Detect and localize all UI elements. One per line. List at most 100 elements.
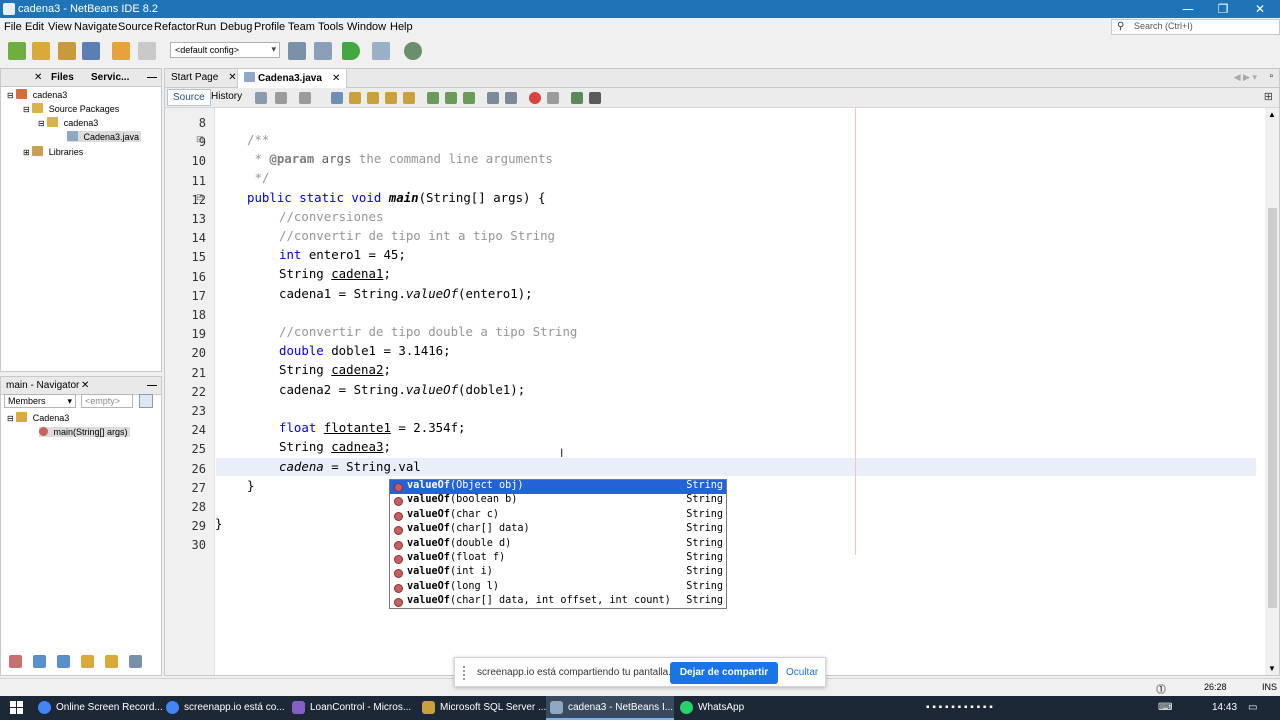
- find-previous-icon[interactable]: [349, 92, 361, 104]
- stop-sharing-button[interactable]: Dejar de compartir: [670, 662, 778, 684]
- hide-banner-link[interactable]: Ocultar: [786, 667, 818, 678]
- code-line-19[interactable]: //convertir de tipo double a tipo String: [279, 324, 577, 339]
- new-project-icon[interactable]: [32, 42, 50, 60]
- tree-libraries[interactable]: ⊞ Libraries: [23, 146, 83, 157]
- menu-help[interactable]: Help: [390, 21, 413, 33]
- start-macro-icon[interactable]: [529, 92, 541, 104]
- editor-vertical-scrollbar[interactable]: ▲ ▼: [1265, 108, 1279, 675]
- tree-project[interactable]: ⊟ cadena3: [7, 89, 67, 100]
- taskbar-item[interactable]: screenapp.io está co...: [162, 696, 288, 720]
- menu-navigate[interactable]: Navigate: [74, 21, 117, 33]
- menu-refactor[interactable]: Refactor: [154, 21, 196, 33]
- profile-icon[interactable]: [404, 42, 422, 60]
- debug-icon[interactable]: [372, 42, 390, 60]
- code-line-29[interactable]: }: [215, 516, 222, 531]
- minimize-panel-icon[interactable]: —: [147, 72, 157, 83]
- menu-debug[interactable]: Debug: [220, 21, 252, 33]
- taskbar-item[interactable]: LoanControl - Micros...: [288, 696, 416, 720]
- navigator-title[interactable]: main - Navigator: [6, 380, 79, 391]
- fold-icon[interactable]: ⊟: [196, 192, 204, 203]
- split-editor-icon[interactable]: ⊞: [1264, 90, 1273, 103]
- collapse-icon[interactable]: ⊟: [23, 105, 30, 114]
- menu-edit[interactable]: Edit: [25, 21, 44, 33]
- toggle-highlight-icon[interactable]: [385, 92, 397, 104]
- menu-run[interactable]: Run: [196, 21, 216, 33]
- maximize-button[interactable]: ❐: [1205, 0, 1241, 18]
- filter-inherited-icon[interactable]: [81, 655, 94, 668]
- new-file-icon[interactable]: [8, 42, 26, 60]
- tab-start-page[interactable]: Start Page ✕: [165, 69, 243, 88]
- find-next-icon[interactable]: [367, 92, 379, 104]
- previous-bookmark-icon[interactable]: [427, 92, 439, 104]
- tab-services[interactable]: Servic...: [91, 72, 129, 83]
- redo-icon[interactable]: [138, 42, 156, 60]
- close-icon[interactable]: ✕: [81, 380, 89, 391]
- tab-files[interactable]: Files: [51, 72, 74, 83]
- taskbar-item[interactable]: WhatsApp: [676, 696, 756, 720]
- completion-item[interactable]: valueOf(Object obj) String: [390, 480, 726, 495]
- menu-tools[interactable]: Tools: [318, 21, 344, 33]
- notifications-icon[interactable]: ⓵: [1156, 681, 1166, 696]
- taskbar-item-active[interactable]: cadena3 - NetBeans I...: [546, 696, 674, 720]
- clock[interactable]: 14:43: [1212, 702, 1237, 713]
- open-project-icon[interactable]: [58, 42, 76, 60]
- filter-inner-icon[interactable]: [105, 655, 118, 668]
- completion-item[interactable]: valueOf(char[] data) String: [390, 523, 726, 537]
- close-icon[interactable]: ✕: [332, 73, 340, 84]
- scroll-down-icon[interactable]: ▼: [1268, 664, 1276, 673]
- search-input[interactable]: ⚲ Search (Ctrl+I): [1111, 19, 1280, 35]
- shift-right-icon[interactable]: [505, 92, 517, 104]
- maximize-window-icon[interactable]: ▫: [1269, 71, 1273, 82]
- code-line-26[interactable]: cadena = String.val: [279, 459, 421, 474]
- code-line-21[interactable]: String cadena2;: [279, 362, 391, 377]
- taskbar-item[interactable]: Online Screen Record...: [34, 696, 162, 720]
- toggle-rect-selection-icon[interactable]: [403, 92, 415, 104]
- forward-icon[interactable]: [299, 92, 311, 104]
- code-completion-popup[interactable]: valueOf(Object obj) String valueOf(boolea…: [389, 479, 727, 609]
- run-icon[interactable]: [342, 42, 360, 60]
- last-edit-icon[interactable]: [255, 92, 267, 104]
- close-icon[interactable]: ✕: [34, 72, 42, 83]
- close-icon[interactable]: ✕: [228, 72, 236, 83]
- code-line-24[interactable]: float flotante1 = 2.354f;: [279, 420, 466, 435]
- menu-file[interactable]: File: [4, 21, 22, 33]
- keyboard-icon[interactable]: ⌨: [1158, 702, 1172, 713]
- code-line-14[interactable]: //convertir de tipo int a tipo String: [279, 228, 555, 243]
- toggle-bookmark-icon[interactable]: [463, 92, 475, 104]
- scroll-tabs-icon[interactable]: ◀ ▶ ▾: [1234, 72, 1257, 83]
- completion-item[interactable]: valueOf(char c) String: [390, 509, 726, 523]
- close-button[interactable]: ✕: [1242, 0, 1278, 18]
- stop-macro-icon[interactable]: [547, 92, 559, 104]
- menu-profile[interactable]: Profile: [254, 21, 285, 33]
- tab-cadena3-java[interactable]: Cadena3.java ✕: [237, 69, 348, 88]
- sort-icon[interactable]: [139, 394, 153, 408]
- members-select[interactable]: Members ▾: [4, 394, 76, 408]
- code-line-27[interactable]: }: [247, 478, 254, 493]
- back-icon[interactable]: [275, 92, 287, 104]
- completion-item[interactable]: valueOf(long l) String: [390, 581, 726, 595]
- code-line-22[interactable]: cadena2 = String.valueOf(doble1);: [279, 382, 525, 397]
- menu-source[interactable]: Source: [118, 21, 153, 33]
- completion-item[interactable]: valueOf(float f) String: [390, 552, 726, 566]
- scroll-up-icon[interactable]: ▲: [1268, 110, 1276, 119]
- code-line-17[interactable]: cadena1 = String.valueOf(entero1);: [279, 286, 533, 301]
- code-line-11[interactable]: */: [247, 170, 269, 185]
- code-line-10[interactable]: * @param args the command line arguments: [247, 151, 552, 166]
- history-tab[interactable]: History: [211, 91, 242, 102]
- code-line-15[interactable]: int entero1 = 45;: [279, 247, 406, 262]
- completion-item[interactable]: valueOf(double d) String: [390, 538, 726, 552]
- find-icon[interactable]: [331, 92, 343, 104]
- undo-icon[interactable]: [112, 42, 130, 60]
- filter-nonpublic-icon[interactable]: [57, 655, 70, 668]
- clean-build-icon[interactable]: [314, 42, 332, 60]
- taskbar-item[interactable]: Microsoft SQL Server ...: [418, 696, 546, 720]
- save-all-icon[interactable]: [82, 42, 100, 60]
- action-center-icon[interactable]: ▭: [1248, 702, 1257, 713]
- collapse-icon[interactable]: ⊟: [38, 119, 45, 128]
- config-select[interactable]: <default config> ▾: [170, 42, 280, 58]
- expand-icon[interactable]: ⊞: [23, 148, 30, 157]
- source-tab[interactable]: Source: [167, 89, 211, 106]
- fold-icon[interactable]: ⊟: [196, 134, 204, 145]
- tray-icons[interactable]: ▪ ▪ ▪ ▪ ▪ ▪ ▪ ▪ ▪ ▪ ▪: [926, 702, 993, 713]
- tree-file-cadena3-java[interactable]: Cadena3.java: [67, 131, 142, 142]
